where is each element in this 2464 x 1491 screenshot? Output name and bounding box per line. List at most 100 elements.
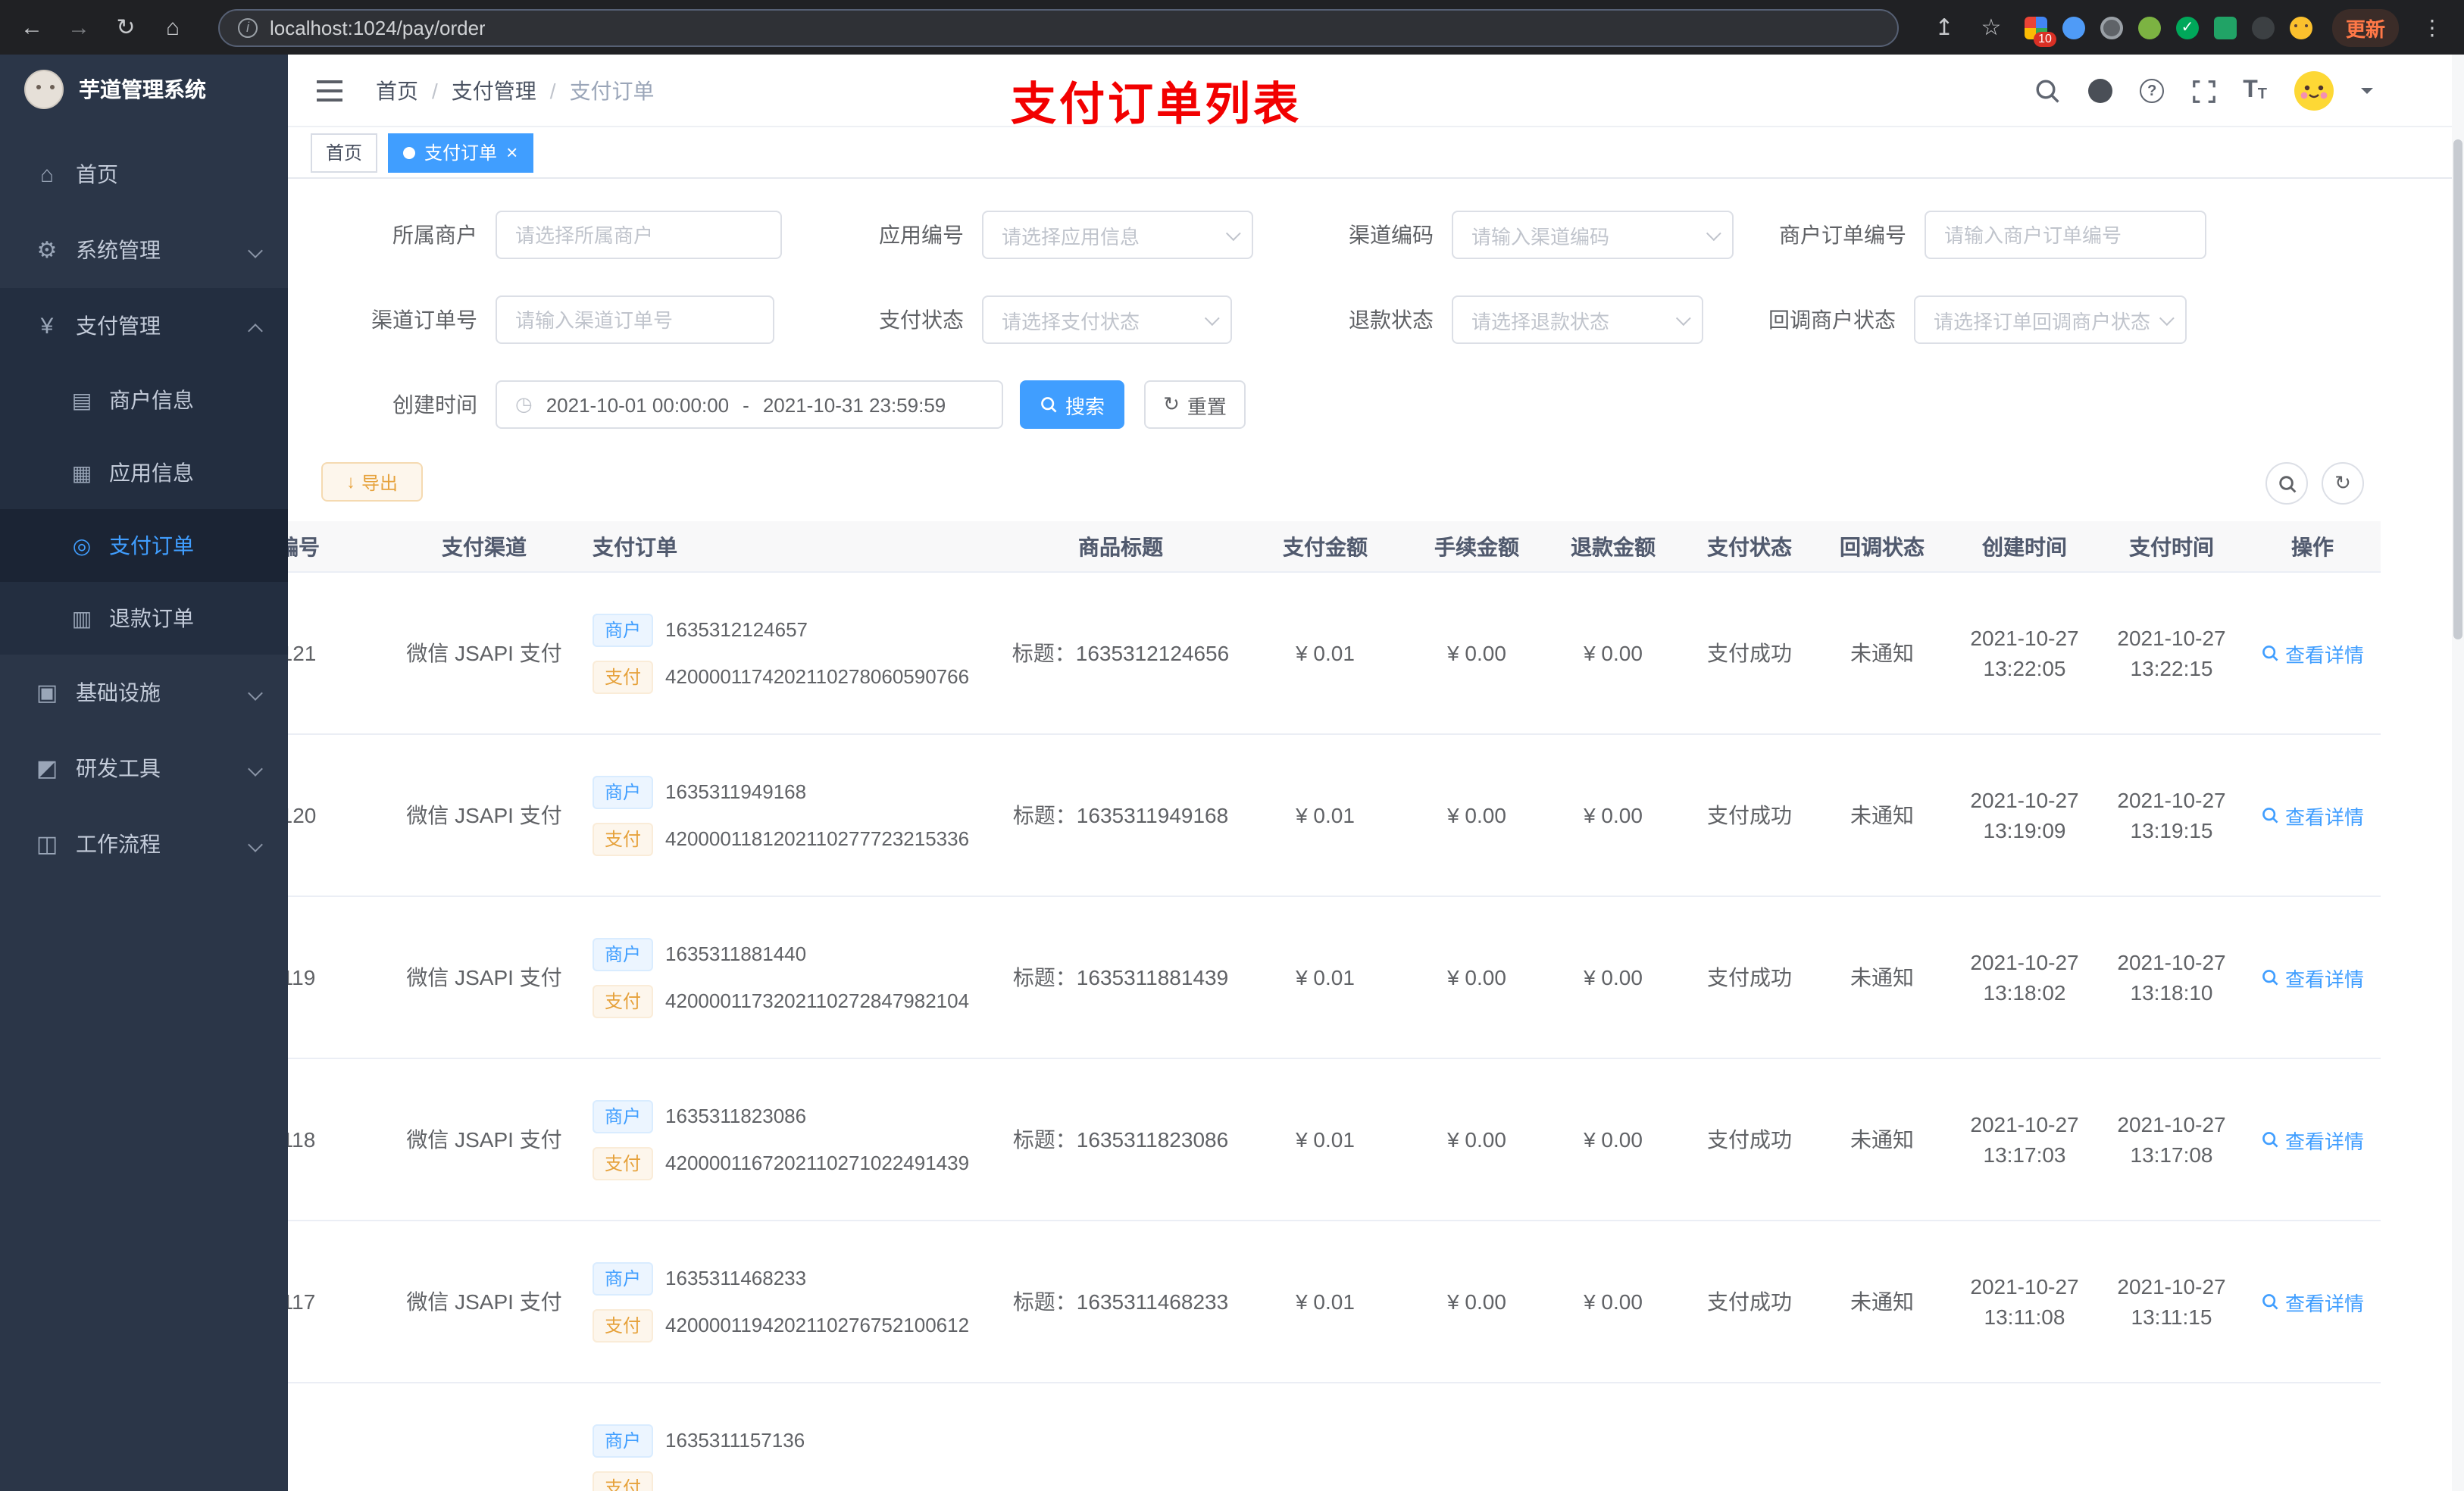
home-icon[interactable]: ⌂ [159,14,186,40]
extension-icon-square[interactable] [2213,16,2237,39]
sidebar-item-system[interactable]: ⚙ 系统管理 [0,212,288,288]
sidebar-item-pay-order[interactable]: ◎ 支付订单 [0,509,288,582]
breadcrumb-pay[interactable]: 支付管理 [452,76,536,106]
refund-status-select[interactable]: 请选择退款状态 [1452,295,1703,344]
pay-no: 4200001173202110272847982104 [665,989,970,1012]
cell-title: 标题：1635311949168 [1012,803,1229,827]
app-title: 芋道管理系统 [79,77,206,102]
sidebar-item-merchant-info[interactable]: ▤ 商户信息 [0,364,288,436]
scrollbar-track[interactable] [2452,55,2464,1491]
table-row-partial: 商户 1635311157136 支付 [288,1383,2381,1491]
cell-pay-time: 2021-10-27 13:19:15 [2117,788,2226,842]
url-text[interactable]: localhost:1024/pay/order [270,16,486,39]
reset-button[interactable]: ↻ 重置 [1144,380,1246,429]
channel-order-input[interactable] [496,295,774,344]
sidebar: 芋道管理系统 ⌂ 首页 ⚙ 系统管理 ¥ 支付管理 ▤ 商户信息 ▦ 应用信息 … [0,55,288,1491]
extension-icon-face[interactable] [2289,16,2312,39]
extension-icon-dark[interactable] [2251,16,2275,39]
view-detail-link[interactable]: 查看详情 [2261,1125,2364,1154]
extension-icon-blue[interactable] [2062,16,2085,39]
date-end: 2021-10-31 23:59:59 [762,393,946,416]
sidebar-item-pay[interactable]: ¥ 支付管理 [0,288,288,364]
view-detail-link[interactable]: 查看详情 [2261,801,2364,830]
view-detail-link[interactable]: 查看详情 [2261,963,2364,992]
pay-tag: 支付 [593,984,654,1017]
document-icon: ▥ [71,605,92,630]
app-logo[interactable]: 芋道管理系统 [0,55,288,124]
merchant-no: 1635312124657 [665,618,808,641]
extension-grid-icon[interactable]: 10 [2024,16,2056,46]
field-label: 商户订单编号 [1779,223,1906,247]
sidebar-pay-group: ¥ 支付管理 ▤ 商户信息 ▦ 应用信息 ◎ 支付订单 ▥ 退款订单 [0,288,288,655]
cell-status: 支付成功 [1707,641,1792,665]
sidebar-item-dev-tools[interactable]: ◩ 研发工具 [0,730,288,806]
browser-menu-icon[interactable]: ⋮ [2419,14,2446,40]
font-size-icon[interactable]: TT [2243,78,2267,103]
tab-home[interactable]: 首页 [311,133,378,172]
wrench-icon: ◩ [36,756,58,782]
channel-code-select[interactable]: 请输入渠道编码 [1452,211,1734,259]
extension-icon-green[interactable] [2137,16,2161,39]
col-actions: 操作 [2291,534,2334,558]
table-row: 118 微信 JSAPI 支付 商户 1635311823086 支付 420000… [288,1059,2381,1221]
view-detail-link[interactable]: 查看详情 [2261,1287,2364,1316]
breadcrumb-home[interactable]: 首页 [376,76,418,106]
help-icon[interactable]: ? [2140,79,2165,103]
tab-active-dot [403,146,416,158]
callback-status-select[interactable]: 请选择订单回调商户状态 [1914,295,2187,344]
tab-pay-order[interactable]: 支付订单 × [388,133,533,172]
pay-no: 4200001174202110278060590766 [665,665,970,688]
cell-create-time: 2021-10-27 13:18:02 [1970,950,2079,1005]
bookmark-star-icon[interactable]: ☆ [1978,14,2005,41]
cell-channel: 微信 JSAPI 支付 [406,965,562,989]
sidebar-item-label: 工作流程 [76,832,161,856]
merchant-order-input[interactable] [1925,211,2206,259]
forward-icon[interactable]: → [65,14,92,40]
toggle-search-button[interactable] [2265,462,2308,505]
cell-amount: ¥ 0.01 [1296,965,1355,989]
back-icon[interactable]: ← [18,14,45,40]
logo-avatar [24,70,64,109]
tab-close-icon[interactable]: × [506,142,518,162]
sidebar-item-home[interactable]: ⌂ 首页 [0,136,288,212]
view-detail-link[interactable]: 查看详情 [2261,639,2364,667]
app-select[interactable]: 请选择应用信息 [982,211,1253,259]
search-button[interactable]: 搜索 [1020,380,1124,429]
extension-icon-check[interactable]: ✓ [2175,16,2199,39]
address-bar[interactable]: i localhost:1024/pay/order [218,8,1899,46]
refresh-table-button[interactable]: ↻ [2322,462,2364,505]
hamburger-icon[interactable] [317,80,342,102]
sidebar-item-app-info[interactable]: ▦ 应用信息 [0,436,288,509]
merchant-input[interactable] [496,211,782,259]
browser-update-button[interactable]: 更新 [2331,8,2399,46]
pay-status-select[interactable]: 请选择支付状态 [982,295,1232,344]
user-avatar[interactable] [2293,70,2335,112]
refresh-icon[interactable]: ↻ [112,14,139,41]
scrollbar-thumb[interactable] [2453,139,2462,639]
cell-amount: ¥ 0.01 [1296,803,1355,827]
fullscreen-icon[interactable] [2190,77,2217,105]
export-button[interactable]: ↓ 导出 [321,462,423,502]
site-info-icon[interactable]: i [238,17,258,37]
breadcrumb: 首页 / 支付管理 / 支付订单 [376,55,655,127]
cell-refund: ¥ 0.00 [1584,1127,1643,1152]
github-icon[interactable] [2087,77,2114,105]
cell-channel: 微信 JSAPI 支付 [406,803,562,827]
cell-notify: 未通知 [1850,1127,1914,1152]
chevron-down-icon [1675,310,1691,326]
cell-create-time: 2021-10-27 13:19:09 [1970,788,2079,842]
search-icon[interactable] [2034,77,2061,105]
card-icon: ▤ [71,387,92,411]
sidebar-item-workflow[interactable]: ◫ 工作流程 [0,806,288,882]
clock-icon: ◷ [515,392,533,415]
date-range-picker[interactable]: ◷ 2021-10-01 00:00:00 - 2021-10-31 23:59… [496,380,1003,429]
avatar-caret-icon[interactable] [2361,88,2373,100]
share-icon[interactable]: ↥ [1931,14,1958,41]
extension-icon-gray[interactable] [2100,16,2123,39]
merchant-no: 1635311468233 [665,1267,807,1289]
sidebar-item-infra[interactable]: ▣ 基础设施 [0,655,288,730]
sidebar-item-refund-order[interactable]: ▥ 退款订单 [0,582,288,655]
cell-refund: ¥ 0.00 [1584,803,1643,827]
field-callback-status: 回调商户状态 请选择订单回调商户状态 [1697,295,2187,344]
cell-channel: 微信 JSAPI 支付 [406,1289,562,1314]
